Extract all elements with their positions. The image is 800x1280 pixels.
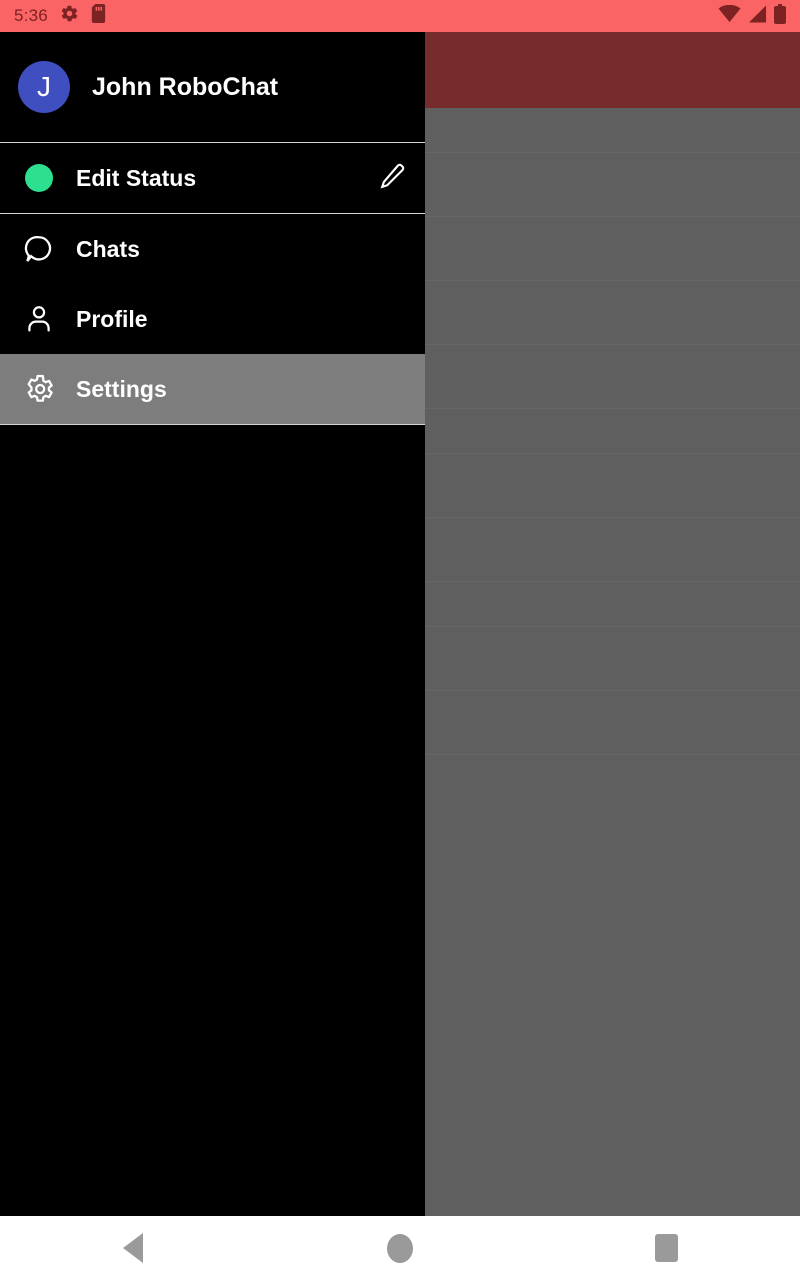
- status-bar-clock: 5:36: [14, 6, 48, 25]
- gear-icon: [18, 373, 60, 405]
- chat-bubble-icon: [18, 233, 60, 265]
- status-bar-right: [718, 3, 786, 29]
- status-bar-left: 5:36: [14, 4, 106, 28]
- sidebar-item-chats[interactable]: Chats: [0, 214, 425, 284]
- edit-status-row[interactable]: Edit Status: [0, 143, 425, 213]
- app-area: Settings Language Default browser Theme …: [0, 32, 800, 1216]
- person-icon: [18, 303, 60, 335]
- account-name: John RoboChat: [92, 72, 279, 101]
- gear-icon: [60, 4, 79, 28]
- pencil-icon[interactable]: [377, 161, 407, 196]
- sd-card-icon: [91, 4, 106, 28]
- navigation-drawer: J John RoboChat Edit Status Chats Profil…: [0, 32, 425, 1216]
- home-circle-icon[interactable]: [340, 1216, 460, 1280]
- cell-signal-icon: [748, 4, 767, 28]
- battery-icon: [774, 3, 786, 29]
- sidebar-item-profile[interactable]: Profile: [0, 284, 425, 354]
- phone-screen: 5:36 J John RoboChat Edit Status Chats P…: [0, 0, 800, 1280]
- sidebar-item-label: Chats: [76, 235, 140, 262]
- recents-square-icon[interactable]: [607, 1216, 727, 1280]
- avatar[interactable]: J: [18, 61, 70, 113]
- sidebar-item-settings[interactable]: Settings: [0, 354, 425, 424]
- sidebar-item-label: Profile: [76, 305, 148, 332]
- sidebar-item-label: Settings: [76, 375, 167, 402]
- drawer-account-header[interactable]: J John RoboChat: [0, 32, 425, 142]
- status-bar: 5:36: [0, 0, 800, 32]
- status-dot-icon: [18, 164, 60, 192]
- divider: [0, 424, 425, 425]
- wifi-icon: [718, 4, 741, 28]
- back-triangle-icon[interactable]: [73, 1216, 193, 1280]
- edit-status-label: Edit Status: [76, 164, 197, 191]
- android-navigation-bar: [0, 1216, 800, 1280]
